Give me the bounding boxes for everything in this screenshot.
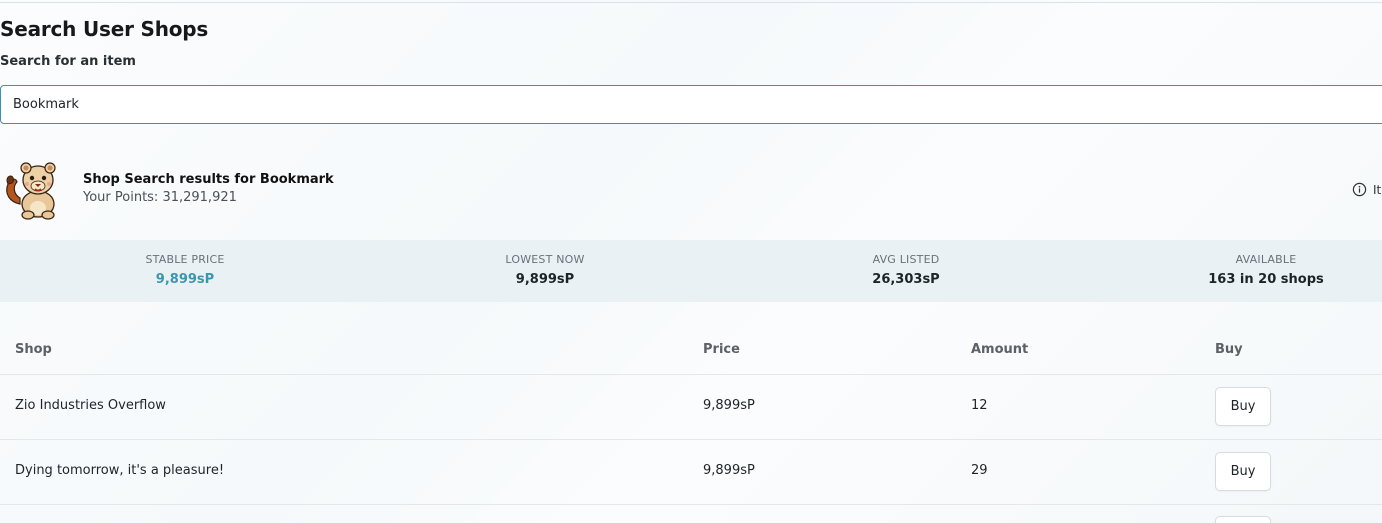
- user-points: Your Points: 31,291,921: [83, 190, 237, 205]
- top-divider: [0, 2, 1382, 3]
- column-header-buy: Buy: [1215, 342, 1243, 357]
- stat-available: AVAILABLE 163 in 20 shops: [1146, 253, 1382, 288]
- search-input[interactable]: [0, 85, 1382, 124]
- buy-button[interactable]: Buy: [1215, 452, 1271, 491]
- shop-name-cell[interactable]: Dying tomorrow, it's a pleasure!: [15, 463, 224, 478]
- stat-stable-price: STABLE PRICE 9,899sP: [65, 253, 305, 288]
- info-link[interactable]: It: [1352, 182, 1381, 197]
- stat-value: 9,899sP: [515, 272, 575, 287]
- price-cell: 9,899sP: [703, 463, 755, 478]
- stat-avg-listed: AVG LISTED 26,303sP: [786, 253, 1026, 288]
- amount-cell: 29: [971, 463, 988, 478]
- column-header-shop: Shop: [15, 342, 52, 357]
- info-link-label: It: [1373, 182, 1382, 197]
- search-label: Search for an item: [0, 54, 136, 69]
- stat-lowest-now: LOWEST NOW 9,899sP: [425, 253, 665, 288]
- results-title: Shop Search results for Bookmark: [83, 172, 334, 187]
- column-header-amount: Amount: [971, 342, 1029, 357]
- stat-value: 9,899sP: [155, 272, 215, 287]
- lion-cub-mascot-icon: [2, 158, 66, 222]
- column-header-price: Price: [703, 342, 740, 357]
- table-divider: [0, 374, 1382, 375]
- stat-label: AVAILABLE: [1235, 253, 1297, 266]
- stat-value: 163 in 20 shops: [1208, 272, 1324, 287]
- info-circle-icon: [1352, 182, 1367, 197]
- amount-cell: 12: [971, 398, 988, 413]
- stat-label: STABLE PRICE: [145, 253, 225, 266]
- table-divider: [0, 504, 1382, 505]
- table-divider: [0, 439, 1382, 440]
- shop-name-cell[interactable]: Zio Industries Overflow: [15, 398, 166, 413]
- buy-button[interactable]: Buy: [1215, 387, 1271, 426]
- stat-label: LOWEST NOW: [505, 253, 585, 266]
- stat-label: AVG LISTED: [872, 253, 940, 266]
- stat-value: 26,303sP: [872, 272, 940, 287]
- price-stats-bar: STABLE PRICE 9,899sP LOWEST NOW 9,899sP …: [0, 240, 1382, 302]
- price-cell: 9,899sP: [703, 398, 755, 413]
- page-title: Search User Shops: [0, 17, 209, 41]
- buy-button-partial[interactable]: [1215, 516, 1271, 523]
